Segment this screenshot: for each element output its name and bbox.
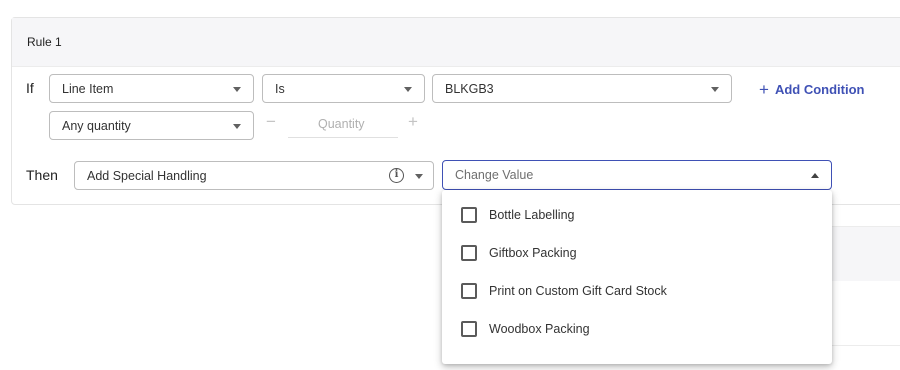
checkbox[interactable] xyxy=(461,283,477,299)
chevron-down-icon xyxy=(233,124,241,129)
operator-select[interactable]: Is xyxy=(262,74,425,103)
operator-select-value: Is xyxy=(275,82,285,96)
action-type-select[interactable]: Add Special Handling i xyxy=(74,161,434,190)
option-label: Giftbox Packing xyxy=(489,246,577,260)
change-value-select[interactable]: Change Value xyxy=(442,160,832,190)
target-select-value: BLKGB3 xyxy=(445,82,494,96)
change-value-dropdown: Bottle Labelling Giftbox Packing Print o… xyxy=(442,190,832,364)
add-condition-label: Add Condition xyxy=(774,82,865,97)
dropdown-option[interactable]: Print on Custom Gift Card Stock xyxy=(442,266,832,304)
rule-title: Rule 1 xyxy=(27,35,62,49)
option-label: Print on Custom Gift Card Stock xyxy=(489,284,667,298)
field-select-value: Line Item xyxy=(62,82,114,96)
minus-icon[interactable]: − xyxy=(266,112,276,132)
quantity-placeholder[interactable]: Quantity xyxy=(318,117,365,131)
option-label: Woodbox Packing xyxy=(489,322,590,336)
target-select[interactable]: BLKGB3 xyxy=(432,74,732,103)
if-label: If xyxy=(26,80,34,96)
change-value-placeholder: Change Value xyxy=(455,168,534,182)
dropdown-option[interactable]: Giftbox Packing xyxy=(442,228,832,266)
dropdown-option[interactable]: Woodbox Packing xyxy=(442,304,832,342)
field-select[interactable]: Line Item xyxy=(49,74,254,103)
plus-icon[interactable]: + xyxy=(408,112,418,132)
dropdown-option[interactable]: Bottle Labelling xyxy=(442,190,832,228)
add-condition-button[interactable]: + Add Condition xyxy=(759,79,864,99)
quantity-mode-select[interactable]: Any quantity xyxy=(49,111,254,140)
option-label: Bottle Labelling xyxy=(489,208,575,222)
stepper-underline xyxy=(288,137,398,138)
checkbox[interactable] xyxy=(461,321,477,337)
rule-header: Rule 1 xyxy=(12,18,900,67)
chevron-down-icon xyxy=(711,87,719,92)
quantity-stepper[interactable]: − Quantity + xyxy=(262,110,424,138)
plus-icon: + xyxy=(759,80,769,99)
action-type-value: Add Special Handling xyxy=(87,169,207,183)
checkbox[interactable] xyxy=(461,245,477,261)
info-icon[interactable]: i xyxy=(389,168,404,183)
chevron-down-icon xyxy=(404,87,412,92)
then-label: Then xyxy=(26,167,58,183)
checkbox[interactable] xyxy=(461,207,477,223)
chevron-up-icon xyxy=(811,173,819,178)
quantity-mode-value: Any quantity xyxy=(62,119,131,133)
chevron-down-icon xyxy=(233,87,241,92)
chevron-down-icon xyxy=(415,174,423,179)
